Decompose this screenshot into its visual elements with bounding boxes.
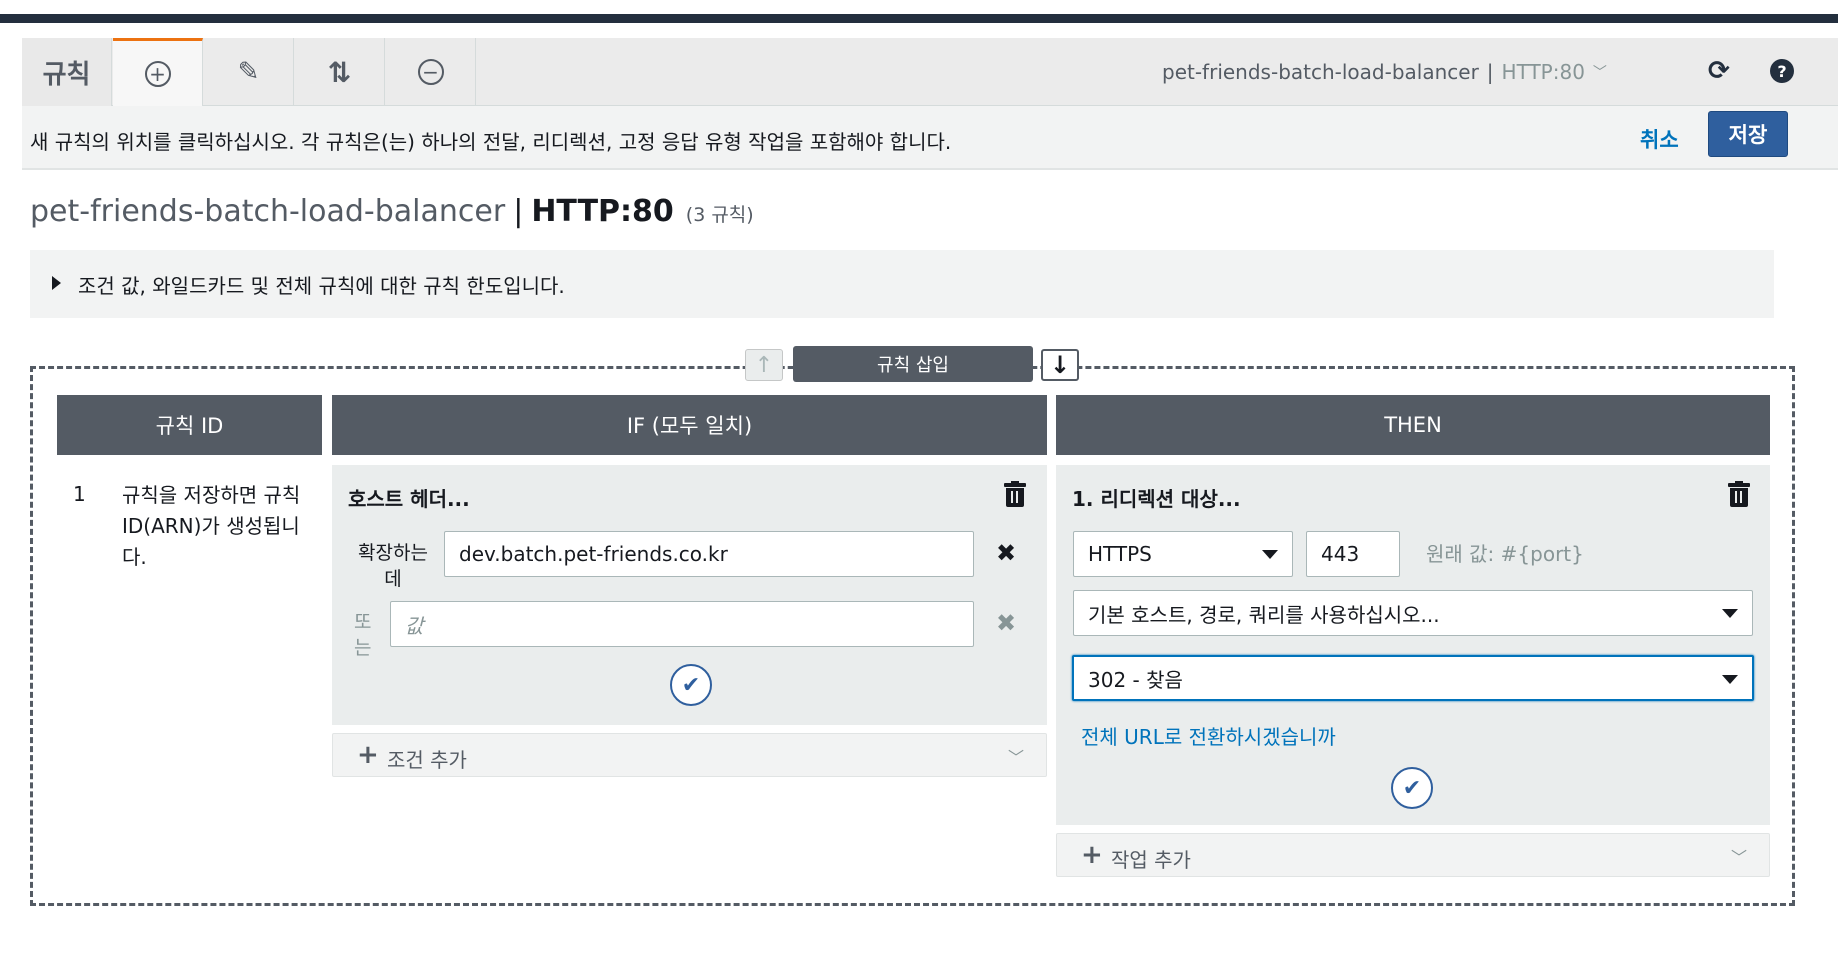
delete-action-trash-icon[interactable] [1728, 481, 1750, 507]
status-code-value: 302 - 찾음 [1088, 667, 1183, 692]
switch-to-full-url-link[interactable]: 전체 URL로 전환하시겠습니까 [1081, 721, 1336, 750]
rules-title-tab: 규칙 [22, 38, 112, 106]
plus-icon: + [357, 740, 379, 770]
host-path-query-value: 기본 호스트, 경로, 쿼리를 사용하십시오... [1088, 602, 1440, 627]
delete-rule-tab[interactable]: − [386, 38, 476, 106]
add-action-button[interactable]: + 작업 추가 ﹀ [1056, 833, 1770, 877]
insert-above-button[interactable]: ↑ [745, 349, 783, 381]
condition-panel: 호스트 헤더... 확장하는데 dev.batch.pet-friends.co… [332, 465, 1047, 725]
confirm-condition-check-icon[interactable]: ✔ [670, 664, 712, 706]
additional-value-input[interactable]: 값 [390, 601, 974, 647]
protocol-select[interactable]: HTTPS [1073, 531, 1293, 577]
host-path-query-select[interactable]: 기본 호스트, 경로, 쿼리를 사용하십시오... [1073, 590, 1753, 636]
column-header-rule-id: 규칙 ID [57, 395, 322, 455]
column-header-if: IF (모두 일치) [332, 395, 1047, 455]
original-port-hint: 원래 값: #{port} [1426, 542, 1584, 566]
separator: | [513, 194, 524, 229]
action-title: 1. 리디렉션 대상... [1072, 487, 1241, 511]
edit-rule-tab[interactable]: ✎ [204, 38, 294, 106]
column-header-then: THEN [1056, 395, 1770, 455]
host-header-value-input[interactable]: dev.batch.pet-friends.co.kr [444, 531, 974, 577]
condition-operator-label: 확장하는데 [358, 542, 428, 590]
remove-value-icon[interactable]: ✖ [996, 609, 1016, 637]
insert-rule-label: 규칙 삽입 [793, 346, 1033, 382]
listener-selector[interactable]: pet-friends-batch-load-balancer | HTTP:8… [1162, 60, 1607, 84]
rule-id-description: 규칙을 저장하면 규칙 ID(ARN)가 생성됩니다. [122, 483, 301, 569]
add-rule-tab[interactable]: + [113, 38, 203, 106]
refresh-icon[interactable]: ⟳ [1708, 56, 1730, 86]
load-balancer-name: pet-friends-batch-load-balancer [30, 194, 506, 229]
page-title: pet-friends-batch-load-balancer | HTTP:8… [30, 194, 754, 229]
minus-circle-icon: − [417, 59, 444, 85]
confirm-action-check-icon[interactable]: ✔ [1391, 767, 1433, 809]
action-panel: 1. 리디렉션 대상... HTTPS 443 원래 값: #{port} 기본… [1056, 465, 1770, 825]
plus-icon: + [1081, 840, 1103, 870]
delete-condition-trash-icon[interactable] [1004, 481, 1026, 507]
caret-right-icon [52, 276, 61, 290]
separator: | [1486, 60, 1494, 84]
reorder-rules-tab[interactable]: ⇅ [295, 38, 385, 106]
cancel-button[interactable]: 취소 [1640, 124, 1679, 154]
status-code-select[interactable]: 302 - 찾음 [1072, 655, 1754, 701]
add-action-label: 작업 추가 [1111, 848, 1191, 872]
reorder-arrows-icon: ⇅ [327, 55, 352, 89]
rule-limits-text: 조건 값, 와일드카드 및 전체 규칙에 대한 규칙 한도입니다. [78, 274, 565, 298]
port-input[interactable]: 443 [1306, 531, 1400, 577]
load-balancer-name: pet-friends-batch-load-balancer [1162, 60, 1479, 84]
rule-count: (3 규칙) [685, 204, 754, 226]
remove-value-icon[interactable]: ✖ [996, 539, 1016, 567]
listener-name: HTTP:80 [531, 194, 674, 229]
dropdown-arrow-icon [1722, 609, 1738, 618]
condition-title: 호스트 헤더... [348, 487, 470, 511]
instruction-bar: 새 규칙의 위치를 클릭하십시오. 각 규칙은(는) 하나의 전달, 리디렉션,… [22, 106, 1838, 170]
or-label: 또는 [354, 611, 372, 659]
rule-limits-expander[interactable]: 조건 값, 와일드카드 및 전체 규칙에 대한 규칙 한도입니다. [30, 250, 1774, 318]
dropdown-arrow-icon [1722, 675, 1738, 684]
pencil-icon: ✎ [237, 57, 260, 87]
chevron-down-icon: ﹀ [1730, 848, 1747, 867]
add-condition-label: 조건 추가 [387, 748, 467, 772]
chevron-down-icon: ﹀ [1592, 65, 1607, 81]
plus-circle-icon: + [144, 60, 171, 87]
save-button[interactable]: 저장 [1708, 111, 1788, 157]
add-condition-button[interactable]: + 조건 추가 ﹀ [332, 733, 1047, 777]
rules-toolbar: 규칙 + ✎ ⇅ − pet-friends-batch-load-balanc… [22, 38, 1838, 106]
dropdown-arrow-icon [1262, 550, 1278, 559]
protocol-value: HTTPS [1088, 542, 1152, 566]
help-icon[interactable]: ? [1770, 59, 1794, 83]
rule-number: 1 [73, 482, 86, 506]
listener-name: HTTP:80 [1501, 60, 1585, 84]
insert-below-button[interactable]: ↓ [1041, 349, 1079, 381]
chevron-down-icon: ﹀ [1007, 748, 1024, 767]
instruction-text: 새 규칙의 위치를 클릭하십시오. 각 규칙은(는) 하나의 전달, 리디렉션,… [30, 130, 952, 154]
top-dark-bar [0, 14, 1838, 23]
